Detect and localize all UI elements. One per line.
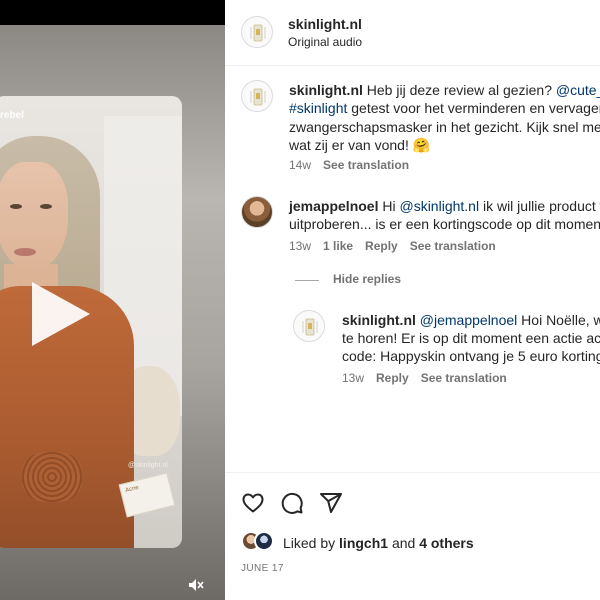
eye-left <box>10 204 22 209</box>
commenter-avatar[interactable] <box>241 196 273 228</box>
reply-button[interactable]: Reply <box>365 239 398 253</box>
reply-avatar[interactable] <box>293 310 325 342</box>
play-icon[interactable] <box>32 282 90 346</box>
comments-list[interactable]: skinlight.nl Heb jij deze review al gezi… <box>225 66 600 472</box>
reply-text: code: Happyskin ontvang je 5 euro kortin… <box>342 348 600 364</box>
reply-time: 13w <box>342 371 365 385</box>
lips <box>14 248 36 256</box>
comment-likes[interactable]: 1 like <box>323 239 353 253</box>
blouse-lace <box>22 452 82 502</box>
video-pane[interactable]: Acne @skinlight.nl rebel <box>0 0 225 600</box>
reply-line: skinlight.nl @jemappelnoel Hoi Noëlle, w… <box>342 310 600 330</box>
comment-line: skinlight.nl Heb jij deze review al gezi… <box>289 80 600 100</box>
replies-divider <box>295 280 319 281</box>
comment-text: getest voor het verminderen en vervagen <box>347 100 600 116</box>
mention-link[interactable]: @jemappelnoel <box>420 312 518 328</box>
likes-prefix: Liked by <box>283 535 340 551</box>
mention-link[interactable]: @skinlight.nl <box>399 198 479 214</box>
hide-replies-button[interactable]: Hide replies <box>333 272 401 286</box>
comment-author[interactable]: jemappelnoel <box>289 198 378 214</box>
comment-line: #skinlight getest voor het verminderen e… <box>289 98 600 118</box>
video-username-overlay: rebel <box>0 110 24 121</box>
comment-time: 14w <box>289 158 312 172</box>
hashtag-link[interactable]: #skinlight <box>289 100 347 116</box>
comment-meta: 13w 1 like Reply See translation <box>289 239 508 253</box>
comment-text: ik wil jullie product w <box>479 198 600 214</box>
mention-link[interactable]: @cute_rebel <box>556 82 600 98</box>
comment-meta: 14w See translation <box>289 158 421 172</box>
post-actions: Liked by lingch1 and 4 others JUNE 17 <box>225 472 600 600</box>
see-translation-button[interactable]: See translation <box>421 371 507 385</box>
share-icon[interactable] <box>319 491 343 515</box>
comment-text: Hi <box>382 198 400 214</box>
likes-summary: Liked by lingch1 and 4 others <box>283 535 474 551</box>
comment-avatar[interactable] <box>241 80 273 112</box>
post-date[interactable]: JUNE 17 <box>241 563 284 574</box>
liker-username[interactable]: lingch1 <box>339 535 388 551</box>
likes-others-link[interactable]: 4 others <box>419 535 473 551</box>
eye-right <box>40 204 52 209</box>
skinlight-logo-icon <box>250 88 266 106</box>
comment-text: Heb jij deze review al gezien? <box>366 82 556 98</box>
video-preview[interactable]: Acne @skinlight.nl <box>0 96 182 548</box>
account-name[interactable]: skinlight.nl <box>288 16 362 32</box>
reply-button[interactable]: Reply <box>376 371 409 385</box>
skinlight-logo-icon <box>250 24 266 42</box>
audio-label[interactable]: Original audio <box>288 35 362 49</box>
post-panel: skinlight.nl Original audio skinlight.nl… <box>225 0 600 600</box>
skinlight-logo-icon <box>302 318 318 336</box>
comment-author[interactable]: skinlight.nl <box>289 82 363 98</box>
reply-author[interactable]: skinlight.nl <box>342 312 416 328</box>
heart-icon[interactable] <box>241 491 265 515</box>
liker-avatar[interactable] <box>254 531 274 551</box>
reply-meta: 13w Reply See translation <box>342 371 519 385</box>
comment-text: wat zij er van vond! 🤗 <box>289 137 431 153</box>
video-watermark: @skinlight.nl <box>128 462 168 469</box>
account-avatar[interactable] <box>241 16 273 48</box>
comment-icon[interactable] <box>280 491 304 515</box>
comment-text: uitproberen... is er een kortingscode op… <box>289 216 600 232</box>
mute-icon[interactable] <box>188 578 204 592</box>
comment-text: zwangerschapsmasker in het gezicht. Kijk… <box>289 119 600 135</box>
person-face <box>0 162 68 270</box>
reply-text: te horen! Er is op dit moment een actie … <box>342 330 600 346</box>
likes-middle: and <box>388 535 420 551</box>
post-header: skinlight.nl Original audio <box>225 0 600 66</box>
reply-text: Hoi Noëlle, wat <box>521 312 600 328</box>
comment-line: jemappelnoel Hi @skinlight.nl ik wil jul… <box>289 196 600 216</box>
see-translation-button[interactable]: See translation <box>323 158 409 172</box>
see-translation-button[interactable]: See translation <box>410 239 496 253</box>
comment-time: 13w <box>289 239 312 253</box>
